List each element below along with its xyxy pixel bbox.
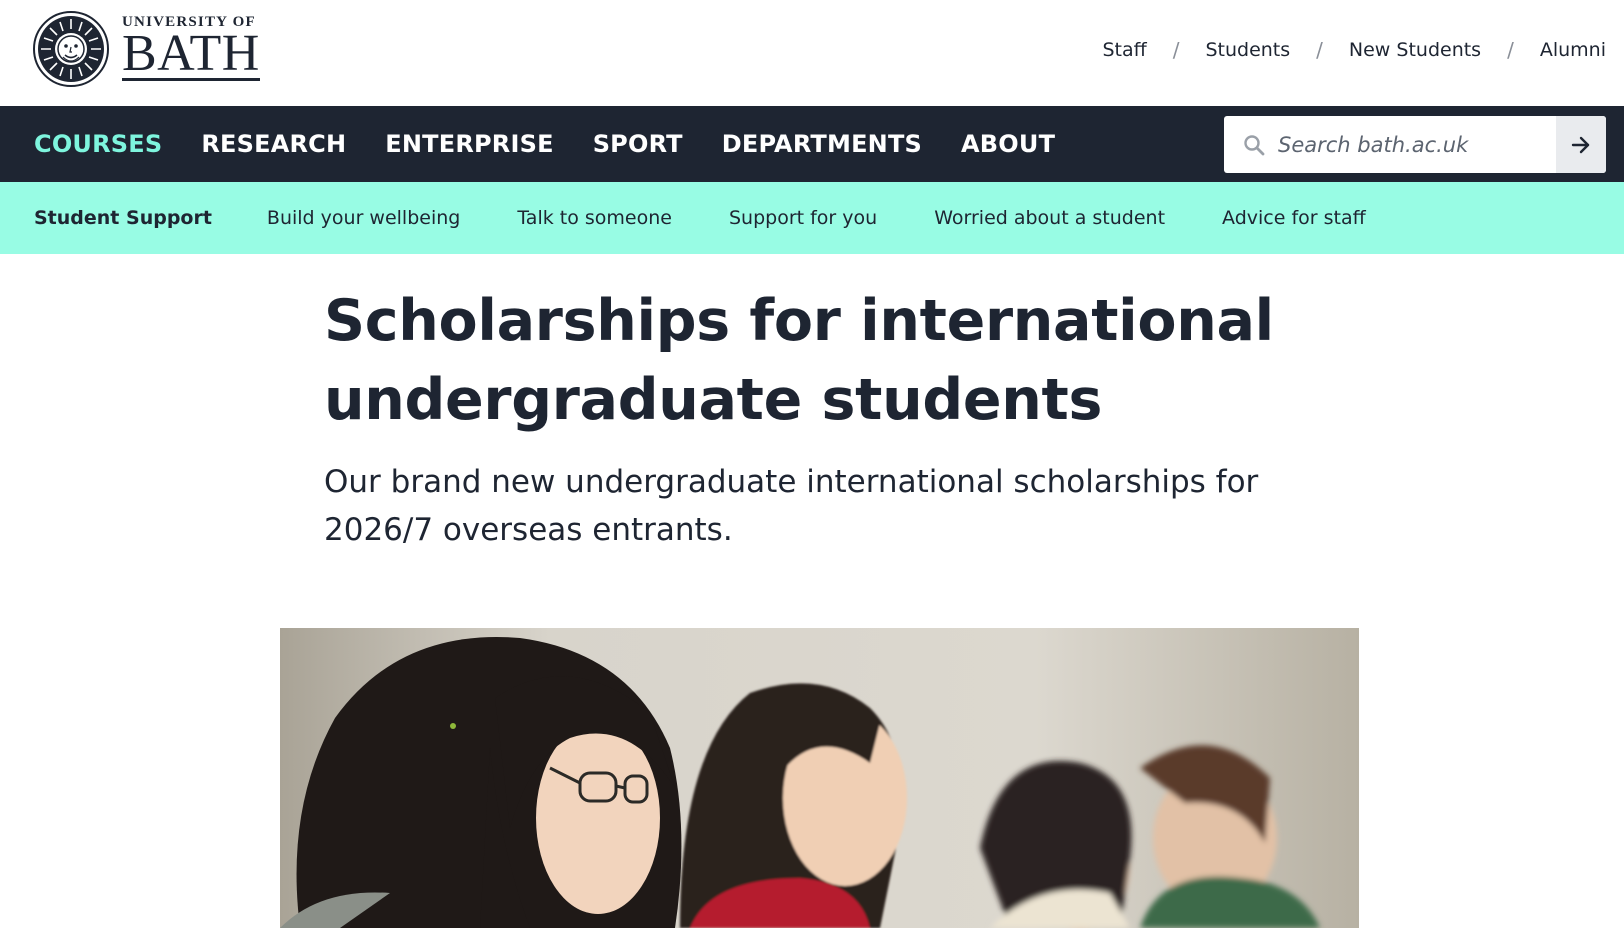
section-nav-item-talk-to-someone[interactable]: Talk to someone bbox=[517, 207, 672, 229]
section-nav-list: Student Support Build your wellbeing Tal… bbox=[34, 182, 1423, 254]
page-intro: Our brand new undergraduate internationa… bbox=[324, 464, 1259, 548]
site-header: UNIVERSITY OF BATH Staff / Students / Ne… bbox=[0, 0, 1624, 106]
university-logo[interactable]: UNIVERSITY OF BATH bbox=[33, 11, 260, 87]
search-icon bbox=[1244, 134, 1265, 155]
utility-separator: / bbox=[1172, 38, 1180, 62]
logo-line-bath: BATH bbox=[122, 25, 260, 82]
logo-wordmark: UNIVERSITY OF BATH bbox=[122, 13, 260, 81]
university-seal-icon bbox=[33, 11, 109, 87]
main-nav-item-about[interactable]: ABOUT bbox=[961, 130, 1055, 158]
utility-link-students[interactable]: Students bbox=[1205, 39, 1290, 61]
utility-nav: Staff / Students / New Students / Alumni bbox=[1102, 38, 1606, 62]
main-nav-item-research[interactable]: RESEARCH bbox=[201, 130, 346, 158]
utility-separator: / bbox=[1507, 38, 1514, 62]
students-photo-illustration bbox=[280, 628, 1359, 928]
section-nav-item-build-your-wellbeing[interactable]: Build your wellbeing bbox=[267, 207, 460, 229]
section-nav: Student Support Build your wellbeing Tal… bbox=[0, 182, 1624, 254]
utility-link-staff[interactable]: Staff bbox=[1102, 39, 1146, 61]
section-nav-item-support-for-you[interactable]: Support for you bbox=[729, 207, 877, 229]
page-title: Scholarships for international undergrad… bbox=[324, 288, 1274, 433]
utility-separator: / bbox=[1316, 38, 1323, 62]
section-nav-item-advice-for-staff[interactable]: Advice for staff bbox=[1222, 207, 1366, 229]
main-nav-item-departments[interactable]: DEPARTMENTS bbox=[722, 130, 922, 158]
main-nav-item-sport[interactable]: SPORT bbox=[593, 130, 683, 158]
search-input[interactable] bbox=[1278, 132, 1558, 157]
section-nav-item-worried-about-a-student[interactable]: Worried about a student bbox=[934, 207, 1165, 229]
site-search bbox=[1224, 116, 1606, 173]
arrow-right-icon bbox=[1571, 136, 1590, 153]
utility-link-new-students[interactable]: New Students bbox=[1349, 39, 1481, 61]
main-nav-item-courses[interactable]: COURSES bbox=[34, 130, 162, 158]
utility-link-alumni[interactable]: Alumni bbox=[1540, 39, 1606, 61]
section-nav-title[interactable]: Student Support bbox=[34, 207, 212, 229]
hero-image bbox=[280, 628, 1359, 928]
main-nav-item-enterprise[interactable]: ENTERPRISE bbox=[385, 130, 553, 158]
main-nav-list: COURSES RESEARCH ENTERPRISE SPORT DEPART… bbox=[34, 106, 1094, 182]
search-submit-button[interactable] bbox=[1556, 116, 1606, 173]
